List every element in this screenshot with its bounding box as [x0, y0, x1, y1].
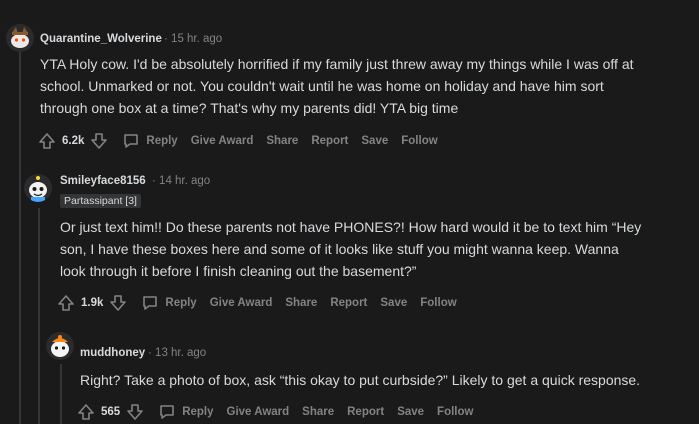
reply-button[interactable]: Reply [122, 132, 178, 150]
upvote-arrow-icon[interactable] [38, 132, 56, 150]
snoo-avatar-icon [6, 24, 34, 52]
snoo-avatar-icon [24, 174, 52, 202]
comment-body-line: look through it before I finish cleaning… [60, 263, 417, 279]
comment-1: Quarantine_Wolverine · 15 hr. ago YTA Ho… [0, 0, 699, 160]
comment-author[interactable]: muddhoney [80, 347, 145, 359]
save-button[interactable]: Save [361, 135, 388, 147]
reply-button[interactable]: Reply [158, 403, 214, 421]
chat-bubble-icon [160, 405, 174, 419]
comment-2: Smileyface8156 · 14 hr. ago Partassipant… [0, 160, 699, 320]
vote-group: 1.9k [57, 294, 127, 312]
downvote-arrow-icon[interactable] [90, 132, 108, 150]
share-button[interactable]: Share [302, 406, 334, 418]
comment-actions: 6.2k Reply Give Award Share Report Save … [38, 131, 451, 151]
follow-button[interactable]: Follow [437, 406, 473, 418]
vote-group: 565 [77, 403, 144, 421]
avatar[interactable] [6, 24, 34, 52]
comment-actions: 1.9k Reply Give Award Share Report Save … [57, 293, 470, 313]
downvote-arrow-icon[interactable] [126, 403, 144, 421]
comment-author[interactable]: Smileyface8156 [60, 175, 146, 187]
report-button[interactable]: Report [347, 406, 384, 418]
comment-time[interactable]: 13 hr. ago [155, 347, 206, 359]
comment-body: YTA Holy cow. I'd be absolutely horrifie… [40, 53, 634, 119]
chat-bubble-icon [143, 296, 158, 310]
reply-label: Reply [165, 297, 197, 309]
comment-time[interactable]: 14 hr. ago [159, 175, 210, 187]
comment-author[interactable]: Quarantine_Wolverine [40, 33, 162, 45]
comment-actions: 565 Reply Give Award Share Report Save F… [77, 402, 486, 422]
follow-button[interactable]: Follow [420, 297, 456, 309]
avatar[interactable] [46, 332, 74, 360]
share-button[interactable]: Share [266, 135, 298, 147]
comment-body-line: through one box at a time? That's why my… [40, 100, 459, 116]
comment-3: muddhoney · 13 hr. ago Right? Take a pho… [0, 320, 699, 424]
reply-label: Reply [182, 406, 214, 418]
comment-body-line: Right? Take a photo of box, ask “this ok… [80, 372, 641, 388]
reply-label: Reply [146, 135, 178, 147]
vote-score: 6.2k [62, 135, 85, 147]
vote-score: 1.9k [81, 297, 104, 309]
comment-time[interactable]: 15 hr. ago [171, 33, 222, 45]
report-button[interactable]: Report [330, 297, 367, 309]
reply-button[interactable]: Reply [141, 294, 197, 312]
vote-score: 565 [101, 406, 121, 418]
follow-button[interactable]: Follow [401, 135, 437, 147]
save-button[interactable]: Save [397, 406, 424, 418]
comment-meta: · 13 hr. ago [148, 347, 206, 359]
avatar[interactable] [24, 174, 52, 202]
comment-body-line: school. Unmarked or not. You couldn't wa… [40, 78, 604, 94]
user-flair: Partassipant [3] [60, 194, 141, 208]
save-button[interactable]: Save [380, 297, 407, 309]
give-award-button[interactable]: Give Award [210, 297, 273, 309]
snoo-avatar-icon [46, 332, 74, 360]
upvote-arrow-icon[interactable] [77, 403, 95, 421]
share-button[interactable]: Share [285, 297, 317, 309]
comment-body-line: Or just text him!! Do these parents not … [60, 219, 642, 235]
comment-body-line: YTA Holy cow. I'd be absolutely horrifie… [40, 56, 634, 72]
give-award-button[interactable]: Give Award [227, 406, 290, 418]
upvote-arrow-icon[interactable] [57, 294, 75, 312]
separator: · [148, 347, 152, 359]
separator: · [152, 175, 156, 187]
comment-meta: · 14 hr. ago [152, 175, 210, 187]
give-award-button[interactable]: Give Award [191, 135, 254, 147]
comment-body: Or just text him!! Do these parents not … [60, 216, 641, 282]
downvote-arrow-icon[interactable] [109, 294, 127, 312]
separator: · [164, 33, 168, 45]
chat-bubble-icon [124, 134, 139, 148]
comment-meta: · 15 hr. ago [164, 33, 222, 45]
report-button[interactable]: Report [311, 135, 348, 147]
comment-body-line: son, I have these boxes here and some of… [60, 241, 619, 257]
comment-body: Right? Take a photo of box, ask “this ok… [80, 369, 640, 391]
vote-group: 6.2k [38, 132, 108, 150]
